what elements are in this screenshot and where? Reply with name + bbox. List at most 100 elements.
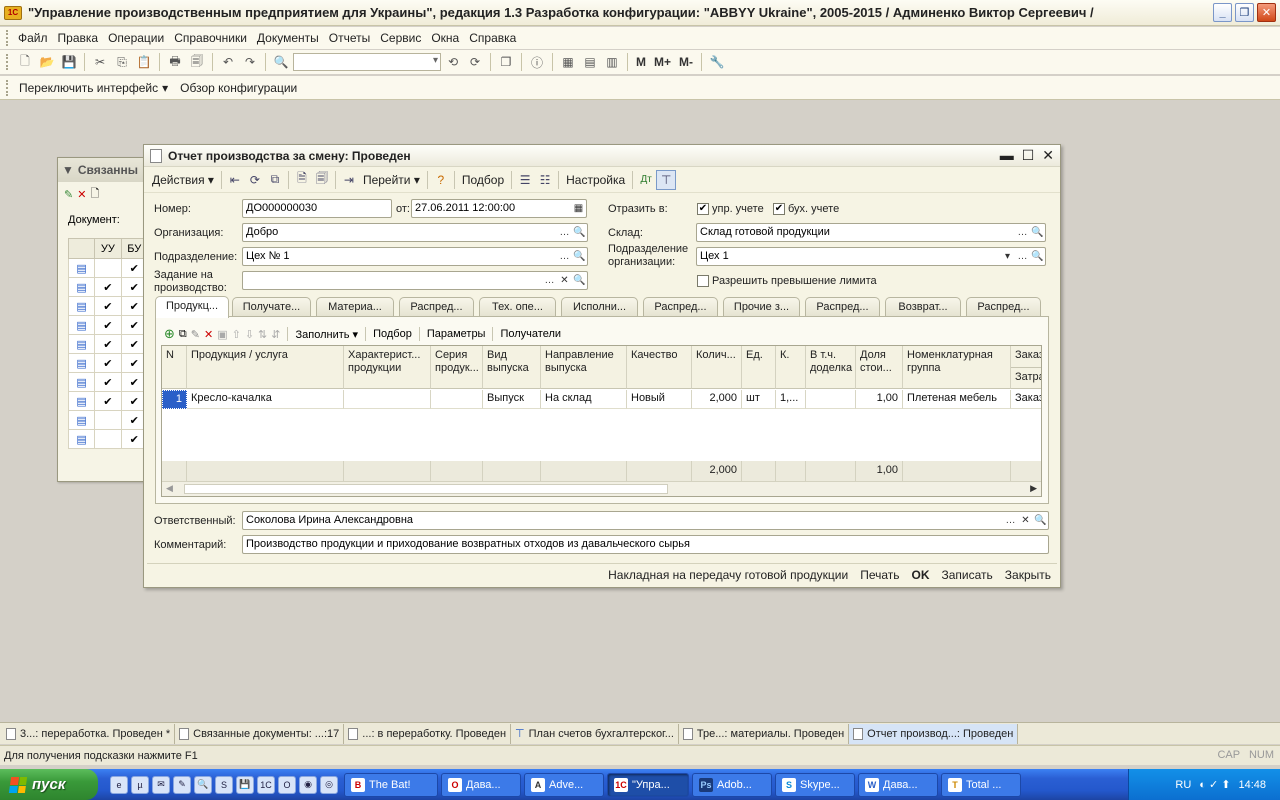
move-up-icon[interactable]: ⇧ bbox=[232, 328, 241, 341]
start-button[interactable]: пуск bbox=[0, 769, 98, 800]
org-select-button[interactable]: … bbox=[557, 224, 572, 241]
org-division-field[interactable]: Цех 1 bbox=[696, 247, 1046, 266]
task-search-icon[interactable]: 🔍 bbox=[572, 272, 587, 289]
tab-distribution-4[interactable]: Распред... bbox=[966, 297, 1041, 317]
linked-doc-row[interactable]: ▤ ✔ bbox=[67, 429, 149, 449]
scroll-left-icon[interactable]: ◀ bbox=[166, 483, 173, 494]
menu-service[interactable]: Сервис bbox=[375, 31, 426, 45]
scroll-right-icon[interactable]: ▶ bbox=[1030, 483, 1037, 494]
select-button[interactable]: Подбор bbox=[458, 173, 508, 187]
find-next-icon[interactable]: ⟲ bbox=[443, 52, 463, 72]
products-grid[interactable]: N Продукция / услуга Характерист... прод… bbox=[161, 345, 1042, 497]
calculator-icon[interactable]: ▦ bbox=[558, 52, 578, 72]
memory-plus-button[interactable]: M+ bbox=[651, 55, 674, 69]
col-output-type[interactable]: Вид выпуска bbox=[483, 346, 541, 389]
responsible-select-button[interactable]: … bbox=[1003, 512, 1018, 529]
row-1-nomenclature-group[interactable]: Плетеная мебель bbox=[903, 390, 1011, 409]
torrent-icon[interactable]: µ bbox=[131, 775, 149, 794]
window-tab-3[interactable]: ...: в переработку. Проведен bbox=[344, 723, 512, 744]
row-1-quality[interactable]: Новый bbox=[627, 390, 692, 409]
post-icon[interactable]: ⇤ bbox=[225, 170, 245, 190]
close-button[interactable]: ✕ bbox=[1257, 3, 1276, 22]
menu-documents[interactable]: Документы bbox=[252, 31, 324, 45]
windows-icon[interactable]: ❐ bbox=[496, 52, 516, 72]
row-1-cost-share[interactable]: 1,00 bbox=[856, 390, 903, 409]
settings-button[interactable]: Настройка bbox=[562, 173, 629, 187]
linked-documents-window[interactable]: ▼ Связанны ✎ ✕ 🗋 Документ: УУ БУ ▤ ✔ ▤ ✔ ✔ ▤ ✔ ✔ ▤… bbox=[57, 157, 149, 482]
redo-icon[interactable]: ↷ bbox=[240, 52, 260, 72]
end-edit-icon[interactable]: ▣ bbox=[217, 328, 227, 341]
menu-file[interactable]: Файл bbox=[13, 31, 53, 45]
config-overview-button[interactable]: Обзор конфигурации bbox=[174, 81, 303, 95]
tab-materials[interactable]: Материа... bbox=[316, 297, 394, 317]
col-k[interactable]: К. bbox=[776, 346, 806, 389]
tab-distribution-3[interactable]: Распред... bbox=[805, 297, 880, 317]
minimize-button[interactable]: _ bbox=[1213, 3, 1232, 22]
close-icon[interactable]: ✕ bbox=[1042, 147, 1054, 164]
save-icon[interactable]: 💾 bbox=[59, 52, 79, 72]
linked-doc-row[interactable]: ▤ ✔ ✔ bbox=[67, 277, 149, 297]
tab-distribution-2[interactable]: Распред... bbox=[643, 297, 718, 317]
move-down-icon[interactable]: ⇩ bbox=[245, 328, 254, 341]
menu-windows[interactable]: Окна bbox=[426, 31, 464, 45]
opera-icon[interactable]: O bbox=[278, 775, 296, 794]
1c-icon[interactable]: 1С bbox=[257, 775, 275, 794]
notepad-icon[interactable]: ▥ bbox=[602, 52, 622, 72]
linked-doc-row[interactable]: ▤ ✔ ✔ bbox=[67, 334, 149, 354]
help-icon[interactable]: ? bbox=[431, 170, 451, 190]
delete-icon[interactable]: ✕ bbox=[77, 188, 86, 201]
col-quantity[interactable]: Колич... bbox=[692, 346, 742, 389]
window-tab-5[interactable]: Тре...: материалы. Проведен bbox=[679, 723, 850, 744]
info-icon[interactable]: ⓘ bbox=[527, 52, 547, 72]
memory-minus-button[interactable]: M- bbox=[676, 55, 696, 69]
linked-doc-row[interactable]: ▤ ✔ ✔ bbox=[67, 353, 149, 373]
row-1-direction[interactable]: На склад bbox=[541, 390, 627, 409]
col-quality[interactable]: Качество bbox=[627, 346, 692, 389]
division-search-icon[interactable]: 🔍 bbox=[572, 248, 587, 265]
division-select-button[interactable]: … bbox=[557, 248, 572, 265]
calendar-icon[interactable]: ▤ bbox=[580, 52, 600, 72]
responsible-search-icon[interactable]: 🔍 bbox=[1033, 512, 1048, 529]
row-1-rework[interactable] bbox=[806, 390, 856, 409]
org-search-icon[interactable]: 🔍 bbox=[572, 224, 587, 241]
copy-row-icon[interactable]: ⧉ bbox=[179, 328, 187, 341]
row-1-unit[interactable]: шт bbox=[742, 390, 776, 409]
add-row-icon[interactable]: ⊕ bbox=[164, 326, 175, 342]
horizontal-scrollbar[interactable]: ◀ ▶ bbox=[162, 481, 1041, 496]
date-field[interactable]: 27.06.2011 12:00:00 bbox=[411, 199, 587, 218]
search-icon[interactable]: 🔍 bbox=[194, 775, 212, 794]
book-accounting-checkbox[interactable]: ✔ bbox=[773, 203, 785, 215]
window-tab-2[interactable]: Связанные документы: ...:17 bbox=[175, 723, 345, 744]
tool-icon[interactable]: ✎ bbox=[173, 775, 191, 794]
warehouse-field[interactable]: Склад готовой продукции bbox=[696, 223, 1046, 242]
goto-menu-button[interactable]: Перейти ▾ bbox=[359, 173, 424, 187]
warehouse-search-icon[interactable]: 🔍 bbox=[1030, 224, 1045, 241]
col-cost-share[interactable]: Доля стои... bbox=[856, 346, 903, 389]
print-icon[interactable]: 🖶 bbox=[165, 52, 185, 72]
open-folder-icon[interactable]: 📂 bbox=[37, 52, 57, 72]
close-document-button[interactable]: Закрыть bbox=[1005, 568, 1051, 582]
delete-row-icon[interactable]: ✕ bbox=[204, 328, 213, 341]
firefox-icon[interactable]: ◉ bbox=[299, 775, 317, 794]
window-tab-1[interactable]: 3...: переработка. Проведен * bbox=[2, 723, 176, 744]
recipients-button[interactable]: Получатели bbox=[500, 328, 561, 340]
linked-doc-row[interactable]: ▤ ✔ bbox=[67, 410, 149, 430]
col-direction[interactable]: Направление выпуска bbox=[541, 346, 627, 389]
row-1-series[interactable] bbox=[431, 390, 483, 409]
minimize-icon[interactable]: ▬ bbox=[1000, 147, 1014, 164]
restore-button[interactable]: ❐ bbox=[1235, 3, 1254, 22]
print-button[interactable]: Печать bbox=[860, 568, 899, 582]
col-characteristic[interactable]: Характерист... продукции bbox=[344, 346, 431, 389]
search-icon[interactable]: 🔍 bbox=[271, 52, 291, 72]
menu-catalogs[interactable]: Справочники bbox=[169, 31, 252, 45]
menu-help[interactable]: Справка bbox=[464, 31, 521, 45]
org-division-dropdown-icon[interactable]: ▾ bbox=[1000, 248, 1015, 265]
menu-reports[interactable]: Отчеты bbox=[324, 31, 375, 45]
col-rework[interactable]: В т.ч. доделка bbox=[806, 346, 856, 389]
col-order[interactable]: Заказ bbox=[1011, 346, 1041, 368]
tab-other-costs[interactable]: Прочие з... bbox=[723, 297, 800, 317]
find-prev-icon[interactable]: ⟳ bbox=[465, 52, 485, 72]
checklist-icon[interactable]: ☷ bbox=[535, 170, 555, 190]
menu-edit[interactable]: Правка bbox=[53, 31, 104, 45]
refresh-icon[interactable]: ⟳ bbox=[245, 170, 265, 190]
